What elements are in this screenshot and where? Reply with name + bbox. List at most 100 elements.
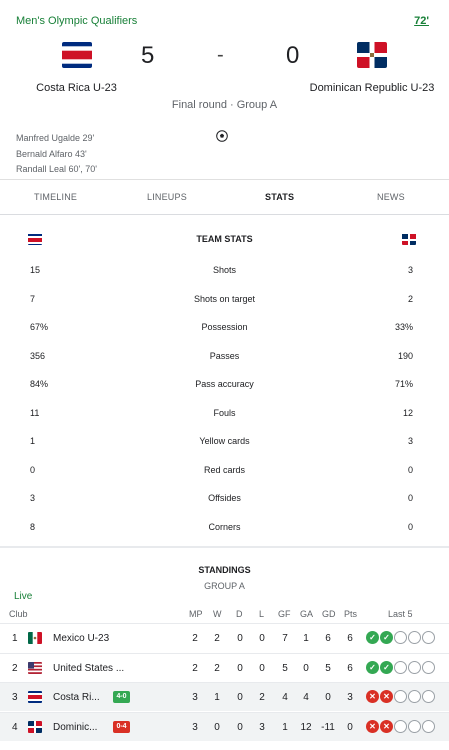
standings-club-name: Costa Ri... xyxy=(53,692,100,703)
away-team[interactable]: Dominican Republic U-23 xyxy=(295,42,449,94)
stat-label: Fouls xyxy=(213,407,236,418)
standings-club-name: Dominic... xyxy=(53,721,98,733)
live-score-badge: 0-4 xyxy=(113,720,130,733)
standings-d: 0 xyxy=(237,633,243,644)
standings-row[interactable]: 3 Costa Ri... 4-0 3 1 0 2 4 4 0 3 ✕ ✕ xyxy=(0,682,449,711)
standings-mp: 2 xyxy=(192,662,198,674)
tab-stats[interactable]: STATS xyxy=(265,192,294,202)
loss-x-icon: ✕ xyxy=(380,719,393,733)
standings-club-name: Mexico U-23 xyxy=(53,633,110,644)
tab-lineups[interactable]: LINEUPS xyxy=(147,192,187,202)
tab-timeline[interactable]: TIMELINE xyxy=(34,192,77,202)
empty-result-icon xyxy=(394,719,407,733)
scorer-item: Bernald Alfaro 43' xyxy=(16,148,87,159)
standings-d: 0 xyxy=(237,721,243,733)
stat-away-value: 0 xyxy=(407,521,413,532)
standings-pts: 6 xyxy=(347,662,353,674)
standings-mp: 3 xyxy=(192,692,198,703)
standings-w: 2 xyxy=(214,662,220,674)
standings-gf: 4 xyxy=(282,692,288,703)
standings-ga: 4 xyxy=(303,692,309,703)
soccer-ball-icon xyxy=(216,130,228,142)
match-header: Men's Olympic Qualifiers 72' xyxy=(0,0,449,30)
away-team-name: Dominican Republic U-23 xyxy=(309,82,435,94)
tab-news[interactable]: NEWS xyxy=(377,192,405,202)
costa-rica-flag-icon xyxy=(61,42,92,68)
stat-away-value: 190 xyxy=(397,350,413,361)
col-last5: Last 5 xyxy=(388,609,413,619)
standings-w: 0 xyxy=(214,721,220,733)
col-w: W xyxy=(213,609,222,619)
scorer-item: Manfred Ugalde 29' xyxy=(16,133,95,143)
standings-row[interactable]: 4 Dominic... 0-4 3 0 0 3 1 12 -11 0 ✕ ✕ xyxy=(0,711,449,741)
standings-pts: 3 xyxy=(347,692,353,703)
standings-pts: 0 xyxy=(347,721,353,733)
standings-row[interactable]: 2 United States ... 2 2 0 0 5 0 5 6 ✓ ✓ xyxy=(0,652,449,682)
standings-pts: 6 xyxy=(347,633,353,644)
dominican-republic-flag-icon xyxy=(402,233,416,245)
col-pts: Pts xyxy=(344,609,358,619)
standings-row[interactable]: 1 Mexico U-23 2 2 0 0 7 1 6 6 ✓ ✓ xyxy=(0,623,449,652)
stat-row: 11 Fouls 12 xyxy=(0,408,449,422)
stat-away-value: 71% xyxy=(394,379,413,389)
standings-d: 0 xyxy=(237,662,243,674)
stat-row: 84% Pass accuracy 71% xyxy=(0,379,449,393)
home-team[interactable]: Costa Rica U-23 xyxy=(0,42,153,94)
standings-position: 2 xyxy=(12,662,18,674)
standings-d: 0 xyxy=(237,692,243,703)
standings-l: 0 xyxy=(259,633,265,644)
standings-gf: 7 xyxy=(282,633,288,644)
standings-gf: 1 xyxy=(282,721,288,733)
standings-gd: 5 xyxy=(325,662,331,674)
match-minute[interactable]: 72' xyxy=(414,15,429,27)
standings-l: 0 xyxy=(259,662,265,674)
stat-away-value: 2 xyxy=(407,293,413,304)
stat-label: Shots xyxy=(212,265,236,275)
empty-result-icon xyxy=(422,660,435,674)
empty-result-icon xyxy=(422,719,435,733)
team-stats-header: TEAM STATS xyxy=(0,231,449,247)
win-check-icon: ✓ xyxy=(366,660,379,674)
live-label: Live xyxy=(14,591,33,602)
stat-label: Yellow cards xyxy=(199,436,250,446)
col-d: D xyxy=(236,609,243,619)
loss-x-icon: ✕ xyxy=(366,690,379,703)
stat-away-value: 0 xyxy=(407,464,413,475)
empty-result-icon xyxy=(422,631,435,644)
stat-away-value: 12 xyxy=(402,407,413,418)
standings-position: 4 xyxy=(12,721,18,733)
stat-label: Passes xyxy=(209,350,240,361)
stat-label: Shots on target xyxy=(193,293,256,304)
dominican-republic-flag-icon xyxy=(28,720,42,733)
standings-l: 3 xyxy=(259,721,265,733)
usa-flag-icon xyxy=(28,661,42,674)
competition-link[interactable]: Men's Olympic Qualifiers xyxy=(16,15,137,27)
section-divider xyxy=(0,546,449,548)
goal-scorers: Manfred Ugalde 29' Bernald Alfaro 43' Ra… xyxy=(16,131,97,178)
empty-result-icon xyxy=(408,631,421,644)
empty-result-icon xyxy=(394,690,407,703)
match-tabs: TIMELINE LINEUPS STATS NEWS xyxy=(0,179,449,215)
stat-away-value: 0 xyxy=(407,493,413,503)
stat-row: 7 Shots on target 2 xyxy=(0,294,449,308)
standings-position: 1 xyxy=(12,633,18,644)
standings-title: STANDINGS xyxy=(198,565,251,575)
stat-away-value: 3 xyxy=(407,436,413,446)
standings-mp: 2 xyxy=(192,633,198,644)
empty-result-icon xyxy=(408,660,421,674)
stat-row: 356 Passes 190 xyxy=(0,351,449,365)
win-check-icon: ✓ xyxy=(366,631,379,644)
standings-gd: 0 xyxy=(325,692,331,703)
stat-row: 1 Yellow cards 3 xyxy=(0,436,449,450)
empty-result-icon xyxy=(408,690,421,703)
team-stats-title: TEAM STATS xyxy=(196,234,253,244)
standings-mp: 3 xyxy=(192,721,198,733)
empty-result-icon xyxy=(422,690,435,703)
col-gd: GD xyxy=(322,609,336,619)
stat-label: Possession xyxy=(201,322,248,332)
col-mp: MP xyxy=(189,609,203,619)
empty-result-icon xyxy=(394,631,407,644)
standings-ga: 0 xyxy=(303,662,309,674)
stat-label: Pass accuracy xyxy=(195,379,254,389)
mexico-flag-icon xyxy=(28,632,42,644)
